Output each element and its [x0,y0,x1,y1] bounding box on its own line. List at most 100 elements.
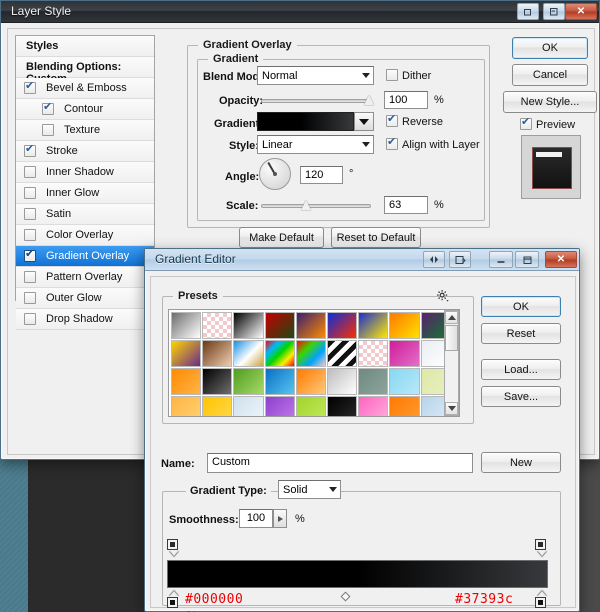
make-default-button[interactable]: Make Default [239,227,324,248]
sidebar-item-bevel-emboss[interactable]: Bevel & Emboss [16,78,154,99]
close-icon[interactable]: ✕ [565,3,597,20]
gradient-preset-swatch[interactable] [358,396,389,416]
gradient-editor-ok-button[interactable]: OK [481,296,561,317]
gradient-preset-swatch[interactable] [326,396,358,416]
gradient-preset-swatch[interactable] [389,312,420,339]
gradient-editor-reset-button[interactable]: Reset [481,323,561,344]
style-checkbox[interactable] [24,292,36,304]
gradient-editor-save-button[interactable]: Save... [481,386,561,407]
opacity-stop-right[interactable] [535,539,548,556]
reset-to-default-button[interactable]: Reset to Default [331,227,421,248]
opacity-slider-thumb[interactable] [364,95,375,105]
restore-icon[interactable] [517,3,539,20]
angle-input[interactable]: 120 [300,166,343,184]
gradient-style-select[interactable]: Linear [257,135,374,154]
restore-down-icon[interactable] [449,251,471,268]
color-stop-left[interactable] [167,591,180,608]
gradient-preset-swatch[interactable] [202,312,233,339]
style-checkbox[interactable] [24,143,36,157]
opacity-slider[interactable] [261,99,371,103]
gradient-editor-titlebar[interactable]: Gradient Editor ✕ [145,249,579,271]
style-checkbox[interactable] [24,248,36,262]
sidebar-item-drop-shadow[interactable]: Drop Shadow [16,309,154,330]
gradient-preset-swatch[interactable] [358,312,389,339]
presets-scrollbar[interactable] [444,310,459,416]
gradient-preset-swatch[interactable] [264,396,295,416]
layer-style-titlebar[interactable]: Layer Style ✕ [1,1,599,23]
gradient-preset-swatch[interactable] [171,340,202,367]
minimize-icon[interactable] [489,251,513,268]
smoothness-input[interactable]: 100 [239,509,273,528]
gradient-preset-swatch[interactable] [233,396,264,416]
style-checkbox[interactable] [24,313,36,325]
scroll-up-icon[interactable] [445,311,458,324]
styles-list[interactable]: Styles Blending Options: CustomBevel & Em… [15,35,155,330]
gradient-preset-swatch[interactable] [389,340,420,367]
presets-panel[interactable] [168,309,460,417]
maximize-icon[interactable] [543,3,565,20]
style-checkbox[interactable] [24,208,36,220]
style-checkbox[interactable] [24,166,36,178]
gradient-preset-swatch[interactable] [233,312,264,339]
sidebar-item-gradient-overlay[interactable]: Gradient Overlay [16,246,154,267]
style-checkbox[interactable] [42,101,54,115]
gradient-preset-swatch[interactable] [358,368,389,395]
gradient-dropdown-button[interactable] [354,112,374,131]
gradient-preset-swatch[interactable] [171,312,202,339]
scale-slider-thumb[interactable] [301,200,312,210]
gradient-preset-swatch[interactable] [389,368,420,395]
opacity-input[interactable]: 100 [384,91,428,109]
reverse-checkbox[interactable] [386,113,398,127]
style-checkbox[interactable] [24,271,36,283]
scroll-down-icon[interactable] [445,402,458,415]
opacity-stop-left[interactable] [167,539,180,556]
gradient-type-select[interactable]: Solid [278,480,341,499]
style-checkbox[interactable] [24,229,36,241]
gradient-preset-swatch[interactable] [171,368,202,395]
align-with-layer-checkbox[interactable] [386,136,398,150]
preview-checkbox[interactable] [520,116,532,130]
style-checkbox[interactable] [24,187,36,199]
gradient-preset-swatch[interactable] [326,312,358,339]
new-gradient-button[interactable]: New [481,452,561,473]
sidebar-item-blending-options-custom[interactable]: Blending Options: Custom [16,57,154,85]
scrollbar-thumb[interactable] [445,325,458,351]
gradient-preset-swatch[interactable] [326,368,358,395]
gradient-edit-bar[interactable] [167,560,548,588]
gradient-editor-load-button[interactable]: Load... [481,359,561,380]
gradient-preset-swatch[interactable] [264,340,295,367]
sidebar-item-color-overlay[interactable]: Color Overlay [16,225,154,246]
sidebar-item-outer-glow[interactable]: Outer Glow [16,288,154,309]
angle-dial[interactable] [259,158,291,190]
toggle-panel-icon[interactable] [423,251,445,268]
smoothness-stepper[interactable] [273,509,287,528]
sidebar-item-contour[interactable]: Contour [16,99,154,120]
sidebar-item-styles[interactable]: Styles [16,36,154,57]
gradient-preset-swatch[interactable] [389,396,420,416]
presets-grid[interactable] [171,312,451,416]
sidebar-item-stroke[interactable]: Stroke [16,141,154,162]
gradient-preset-swatch[interactable] [202,368,233,395]
gradient-preview-swatch[interactable] [257,112,354,131]
color-stop-right[interactable] [535,591,548,608]
maximize-icon[interactable] [515,251,539,268]
sidebar-item-pattern-overlay[interactable]: Pattern Overlay [16,267,154,288]
sidebar-item-inner-shadow[interactable]: Inner Shadow [16,162,154,183]
gradient-preset-swatch[interactable] [295,396,326,416]
style-checkbox[interactable] [24,80,36,94]
dither-checkbox[interactable] [386,69,398,81]
gradient-preset-swatch[interactable] [295,312,326,339]
layer-style-ok-button[interactable]: OK [512,37,588,59]
scale-slider[interactable] [261,204,371,208]
gradient-name-input[interactable]: Custom [207,453,473,473]
gradient-preset-swatch[interactable] [326,340,358,367]
gear-icon[interactable] [436,289,450,306]
gradient-preset-swatch[interactable] [171,396,202,416]
gradient-preset-swatch[interactable] [202,396,233,416]
gradient-preset-swatch[interactable] [233,340,264,367]
sidebar-item-texture[interactable]: Texture [16,120,154,141]
gradient-preset-swatch[interactable] [295,340,326,367]
close-icon[interactable]: ✕ [545,251,577,268]
scale-input[interactable]: 63 [384,196,428,214]
blend-mode-select[interactable]: Normal [257,66,374,85]
